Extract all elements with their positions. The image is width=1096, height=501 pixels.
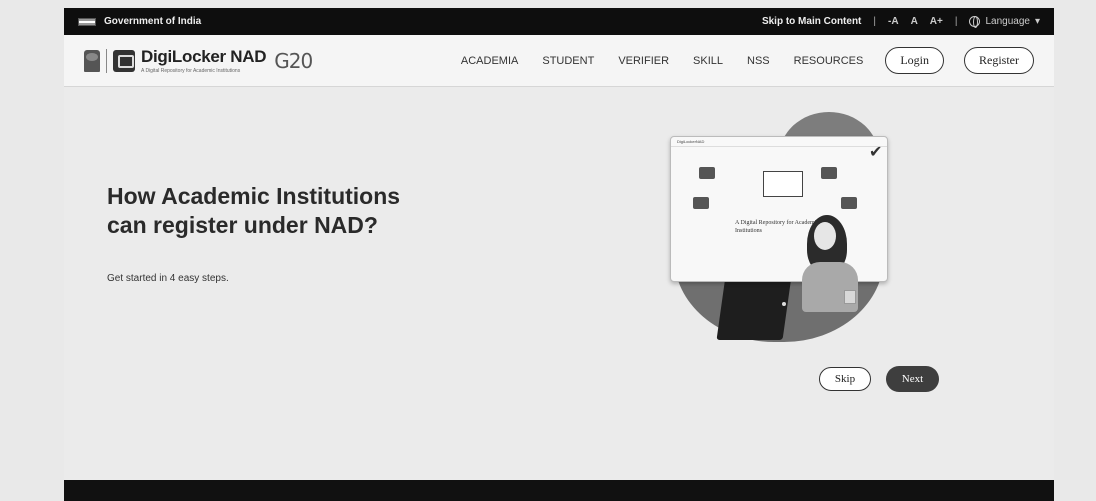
gov-title: Government of India	[104, 16, 202, 27]
mockup-hero-image	[763, 171, 803, 197]
main-nav: ACADEMIA STUDENT VERIFIER SKILL NSS RESO…	[461, 47, 1034, 74]
divider	[106, 48, 107, 73]
language-label: Language	[985, 16, 1030, 27]
font-normal-button[interactable]: A	[911, 16, 918, 27]
person-body	[802, 262, 858, 312]
separator: |	[954, 16, 958, 27]
nav-verifier[interactable]: VERIFIER	[618, 55, 669, 67]
digilocker-logo-icon	[113, 49, 135, 72]
mockup-icon	[841, 197, 857, 209]
site-header: DigiLocker NAD A Digital Repository for …	[64, 35, 1054, 87]
mockup-icon	[821, 167, 837, 179]
font-decrease-button[interactable]: -A	[888, 16, 899, 27]
register-button[interactable]: Register	[964, 47, 1034, 74]
national-emblem-icon	[84, 49, 100, 72]
cup-icon	[844, 290, 856, 304]
font-increase-button[interactable]: A+	[930, 16, 943, 27]
brand-text: DigiLocker NAD A Digital Repository for …	[141, 47, 267, 74]
accessibility-controls: Skip to Main Content | -A A A+ | Languag…	[762, 16, 1040, 28]
nav-student[interactable]: STUDENT	[542, 55, 594, 67]
website-mockup: DigiLockerNAD A Digital Repository for A…	[670, 136, 888, 282]
g20-logo: G20	[274, 48, 313, 73]
nav-nss[interactable]: NSS	[747, 55, 770, 67]
nav-resources[interactable]: RESOURCES	[794, 55, 864, 67]
chevron-down-icon: ▾	[1034, 16, 1040, 27]
separator: |	[873, 16, 876, 27]
hero-subtitle: Get started in 4 easy steps.	[107, 273, 229, 284]
mockup-icon	[699, 167, 715, 179]
login-button[interactable]: Login	[885, 47, 944, 74]
brand-name: DigiLocker NAD	[141, 47, 267, 66]
brand-tagline: A Digital Repository for Academic Instit…	[141, 68, 241, 74]
next-button[interactable]: Next	[886, 366, 939, 392]
globe-icon	[969, 16, 981, 28]
mockup-icon	[693, 197, 709, 209]
laptop-logo	[782, 302, 786, 306]
skip-button[interactable]: Skip	[819, 367, 871, 391]
footer-bar	[64, 480, 1054, 501]
india-flag-icon	[78, 17, 96, 26]
checkmark-icon: ✔	[869, 144, 883, 161]
person-face	[814, 222, 836, 250]
language-selector[interactable]: Language ▾	[969, 16, 1040, 28]
mockup-brand: DigiLockerNAD	[677, 139, 705, 144]
gov-title-group: Government of India	[78, 16, 201, 27]
hero-title: How Academic Institutions can register u…	[107, 183, 401, 238]
hero-illustration: DigiLockerNAD A Digital Repository for A…	[664, 112, 904, 347]
brand-logo[interactable]: DigiLocker NAD A Digital Repository for …	[84, 47, 313, 74]
skip-to-main-link[interactable]: Skip to Main Content	[762, 16, 861, 27]
nav-academia[interactable]: ACADEMIA	[461, 55, 518, 67]
nav-skill[interactable]: SKILL	[693, 55, 723, 67]
hero-section: How Academic Institutions can register u…	[64, 87, 1054, 480]
mockup-navbar: DigiLockerNAD	[671, 137, 887, 147]
government-bar: Government of India Skip to Main Content…	[64, 8, 1054, 35]
